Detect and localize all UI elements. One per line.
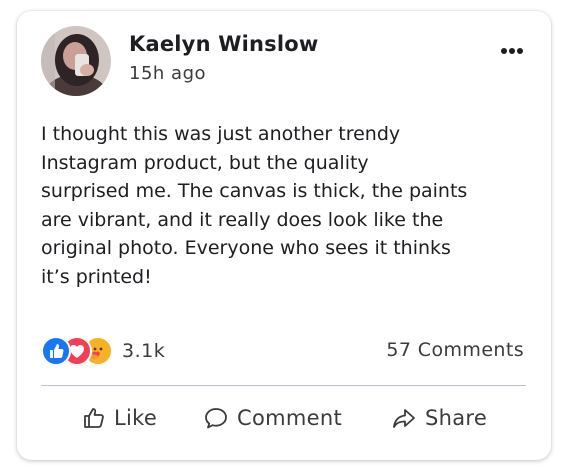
share-label: Share [425,406,488,430]
comment-icon [205,408,227,429]
post-timestamp[interactable]: 15h ago [129,63,206,84]
like-icon [41,336,71,366]
reactions-summary[interactable]: 3.1k [41,336,166,366]
post-card: Kaelyn Winslow 15h ago I thought this wa… [17,11,551,460]
divider [41,385,526,386]
comments-count[interactable]: 57 Comments [386,339,524,361]
like-button[interactable]: Like [82,401,157,435]
share-button[interactable]: Share [391,401,487,435]
comment-label: Comment [237,406,342,430]
thumbs-up-icon [84,408,104,428]
avatar[interactable] [41,26,111,96]
more-options-icon[interactable] [499,41,525,54]
action-bar: Like Comment Share [41,401,526,435]
post-text: I thought this was just another trendy I… [41,123,468,288]
author-name[interactable]: Kaelyn Winslow [129,32,318,56]
share-icon [393,409,415,428]
like-label: Like [114,406,158,430]
reaction-count: 3.1k [122,340,166,362]
comment-button[interactable]: Comment [203,401,342,435]
